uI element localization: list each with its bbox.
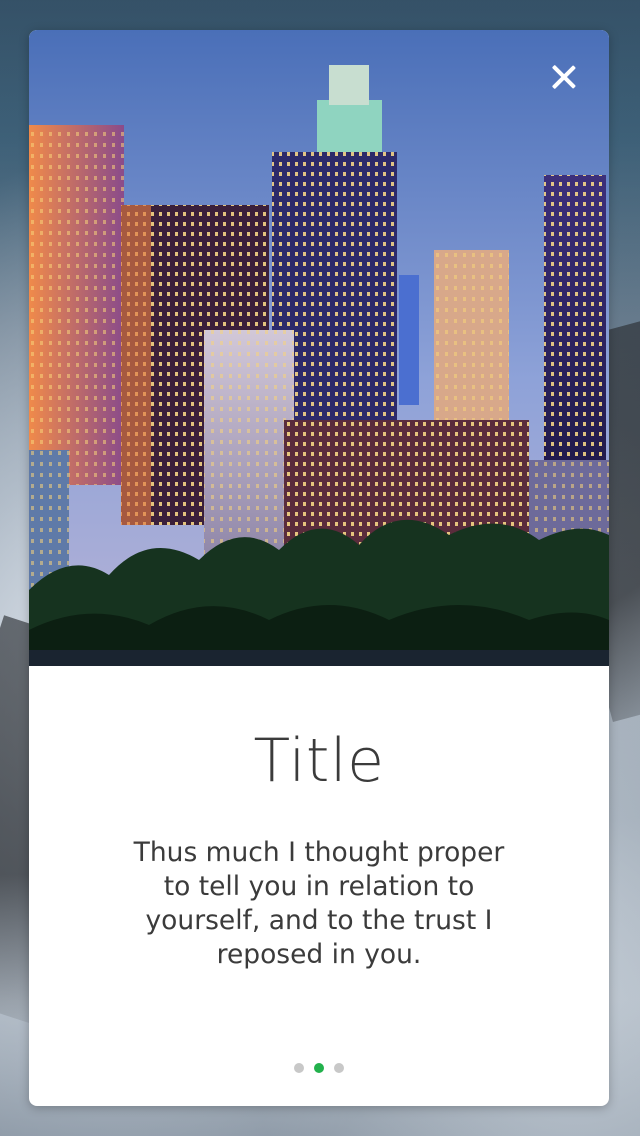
page-dot-active[interactable] xyxy=(314,1063,324,1073)
city-skyline-image xyxy=(29,30,609,666)
close-button[interactable] xyxy=(551,64,577,90)
card-title: Title xyxy=(253,726,385,796)
card-description: Thus much I thought proper to tell you i… xyxy=(133,837,505,970)
page-indicator xyxy=(29,1063,609,1073)
skyline-illustration xyxy=(29,30,609,666)
onboarding-card: Title Thus much I thought proper to tell… xyxy=(29,30,609,1106)
page-dot[interactable] xyxy=(294,1063,304,1073)
page-dot[interactable] xyxy=(334,1063,344,1073)
